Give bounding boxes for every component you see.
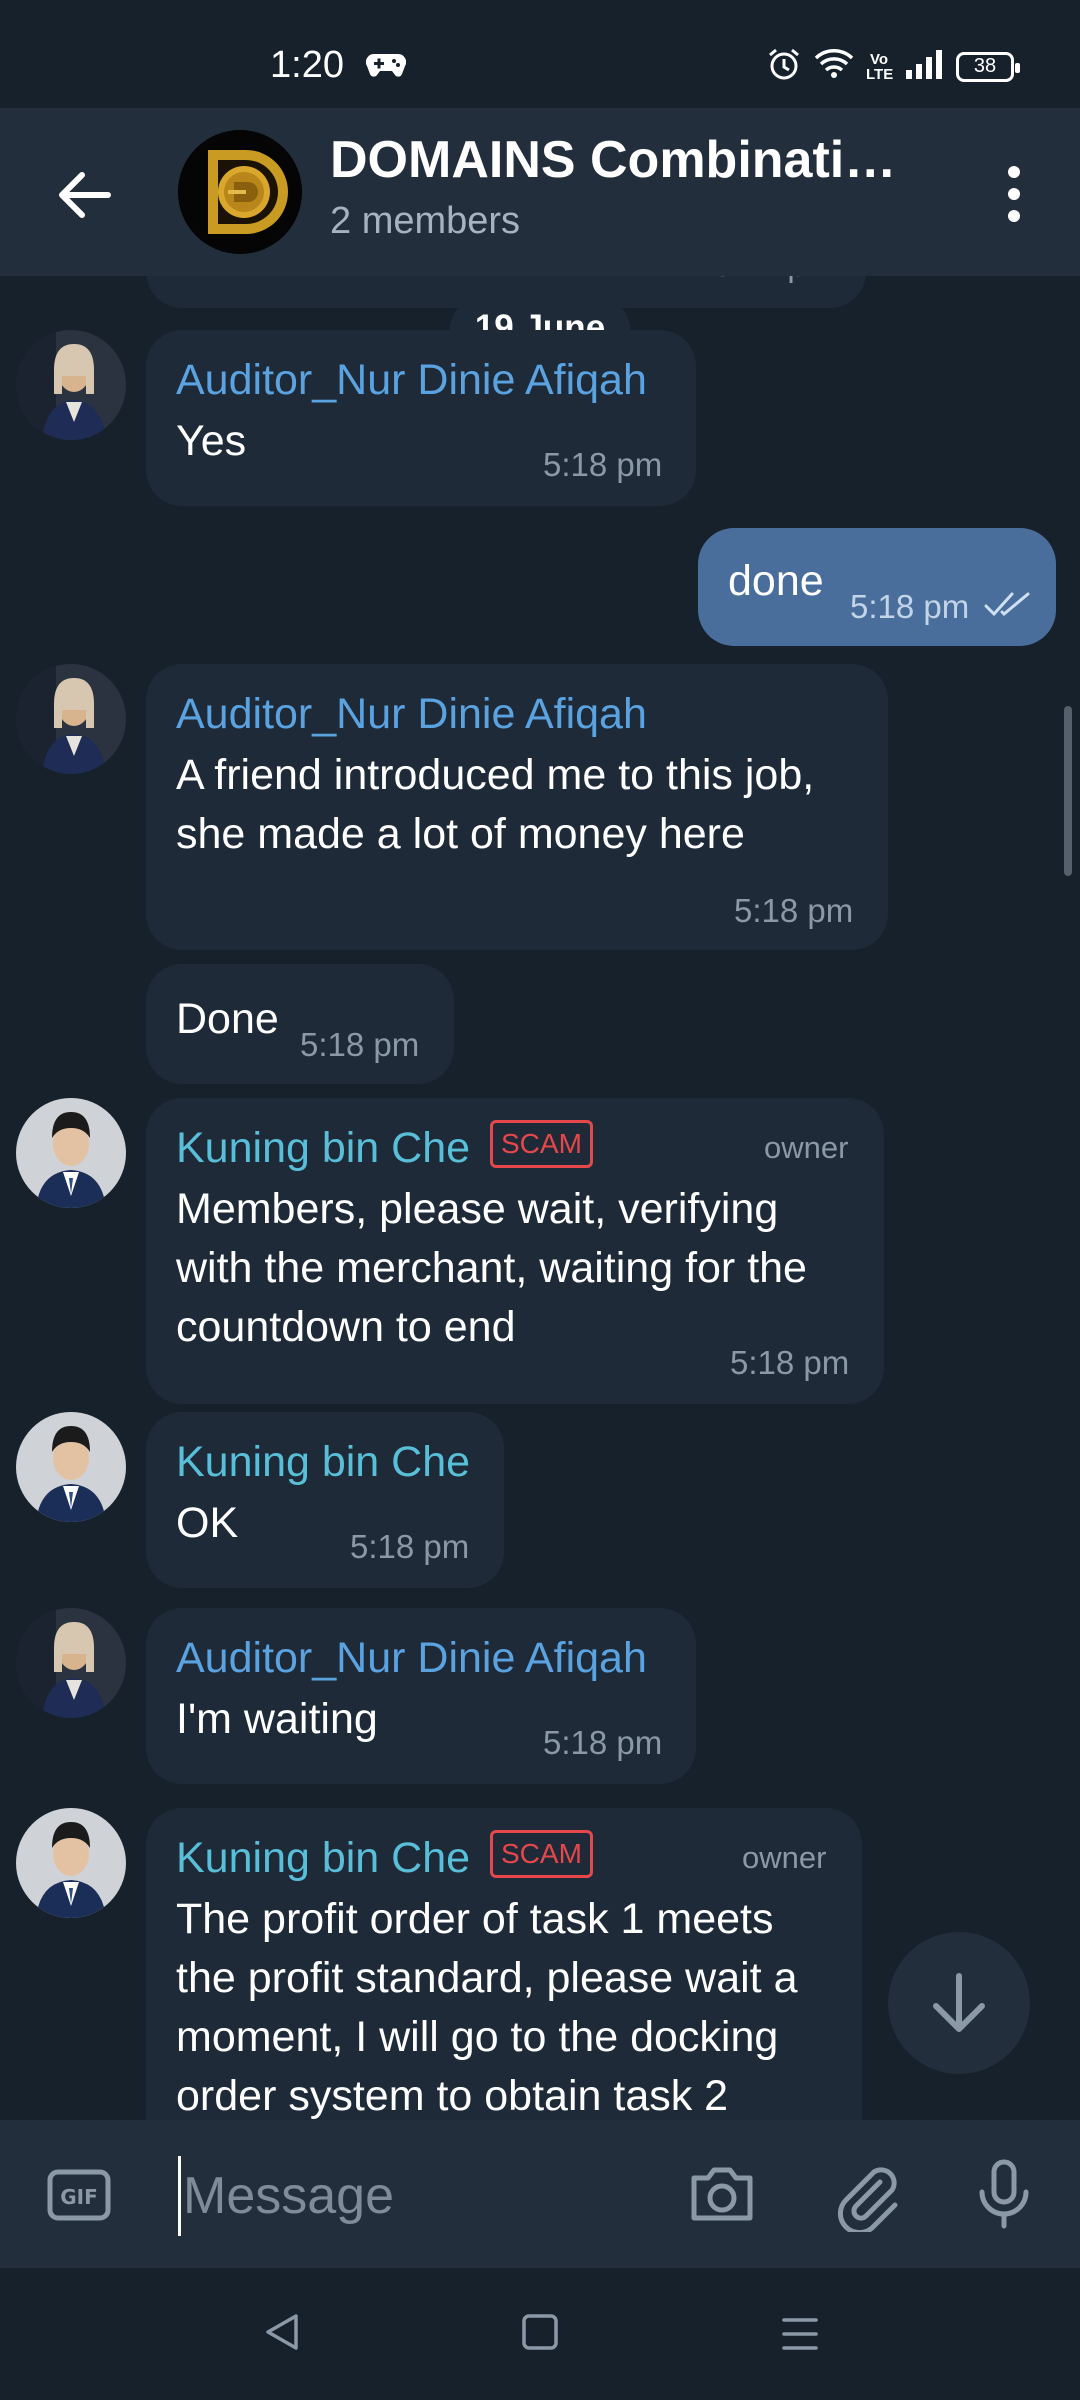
role-label: owner	[742, 1840, 827, 1875]
message-bubble[interactable]: Kuning bin Che SCAM owner Members, pleas…	[146, 1098, 884, 1404]
scam-badge: SCAM	[490, 1120, 593, 1168]
message-time: 5:18 pm	[730, 1344, 850, 1381]
message-text: done	[728, 557, 824, 605]
nav-recents-button[interactable]	[780, 2314, 820, 2359]
attach-button[interactable]	[828, 2156, 904, 2237]
sender-name[interactable]: Auditor_Nur Dinie Afiqah	[176, 356, 647, 405]
mic-button[interactable]	[966, 2156, 1042, 2237]
wifi-icon	[814, 48, 854, 85]
message-bubble[interactable]: Auditor_Nur Dinie Afiqah A friend introd…	[146, 664, 888, 950]
scrollbar[interactable]	[1064, 706, 1072, 876]
more-vertical-icon	[1008, 166, 1020, 222]
message-time: 5:18 pm	[350, 1528, 470, 1565]
group-title[interactable]: DOMAINS Combinati…	[330, 130, 896, 190]
message-text: order system to obtain task 2	[176, 2072, 729, 2120]
triangle-back-icon	[266, 2314, 298, 2350]
arrow-down-icon	[933, 1973, 985, 2032]
status-time: 1:20	[270, 44, 344, 86]
battery-indicator: 38	[956, 51, 1020, 82]
menu-lines-icon	[782, 2318, 818, 2350]
message-time: 5:18 pm	[300, 1026, 420, 1063]
message-bubble[interactable]: Auditor_Nur Dinie Afiqah I'm waiting 5:1…	[146, 1608, 696, 1784]
message-bubble-outgoing[interactable]: done 5:18 pm	[698, 528, 1056, 646]
alarm-icon	[766, 46, 802, 87]
volte-indicator: Vo LTE	[866, 50, 894, 83]
message-text: with the merchant, waiting for the	[176, 1244, 807, 1292]
message-text: I'm waiting	[176, 1695, 378, 1743]
message-text: the profit standard, please wait a	[176, 1954, 798, 2002]
message-text: A friend introduced me to this job,	[176, 751, 815, 799]
svg-text:GIF: GIF	[60, 2185, 98, 2209]
message-time: 5:18 pm	[734, 892, 854, 929]
message-text: The profit order of task 1 meets	[176, 1895, 774, 1943]
microphone-icon	[979, 2159, 1029, 2229]
sender-name[interactable]: Kuning bin Che	[176, 1124, 470, 1173]
message-text: she made a lot of money here	[176, 810, 745, 858]
avatar[interactable]	[16, 1608, 126, 1718]
avatar[interactable]	[16, 1098, 126, 1208]
gamepad-icon	[365, 50, 407, 85]
role-label: owner	[764, 1130, 849, 1165]
message-list[interactable]: 5:17 pm 19 June Auditor_Nur Dinie Afiqah…	[0, 276, 1080, 2120]
message-bubble[interactable]: Kuning bin Che SCAM owner The profit ord…	[146, 1808, 862, 2120]
message-bubble[interactable]: Kuning bin Che OK 5:18 pm	[146, 1412, 504, 1588]
gif-icon: GIF	[47, 2169, 111, 2221]
nav-home-button[interactable]	[520, 2312, 560, 2357]
sender-name[interactable]: Kuning bin Che	[176, 1438, 470, 1487]
message-composer: GIF	[0, 2120, 1080, 2268]
camera-icon	[691, 2167, 753, 2221]
message-time: 5:18 pm	[543, 1724, 663, 1761]
message-text: Members, please wait, verifying	[176, 1185, 779, 1233]
nav-back-button[interactable]	[260, 2310, 304, 2359]
double-check-icon	[984, 590, 1032, 625]
signal-icon	[904, 48, 944, 85]
avatar[interactable]	[16, 330, 126, 440]
message-bubble[interactable]: Auditor_Nur Dinie Afiqah Yes 5:18 pm	[146, 330, 696, 506]
message-text: countdown to end	[176, 1303, 516, 1351]
system-nav-bar	[0, 2268, 1080, 2400]
avatar[interactable]	[16, 1412, 126, 1522]
message-text: moment, I will go to the docking	[176, 2013, 779, 2061]
message-time: 5:17 pm	[714, 276, 833, 284]
scam-badge: SCAM	[490, 1830, 593, 1878]
gif-button[interactable]: GIF	[44, 2162, 114, 2233]
paperclip-icon	[837, 2167, 898, 2236]
status-bar: 1:20 Vo LTE 38	[0, 0, 1080, 108]
message-input[interactable]	[178, 2156, 648, 2236]
avatar[interactable]	[16, 664, 126, 774]
message-time: 5:18 pm	[850, 588, 970, 625]
group-avatar[interactable]	[178, 130, 302, 254]
member-count: 2 members	[330, 200, 521, 242]
scroll-down-button[interactable]	[888, 1932, 1030, 2074]
avatar[interactable]	[16, 1808, 126, 1918]
status-icons: Vo LTE 38	[766, 46, 1020, 87]
sender-name[interactable]: Auditor_Nur Dinie Afiqah	[176, 1634, 647, 1683]
more-button[interactable]	[994, 162, 1034, 226]
back-button[interactable]	[50, 160, 120, 230]
camera-button[interactable]	[684, 2156, 760, 2237]
arrow-left-icon	[59, 172, 111, 218]
chat-header: DOMAINS Combinati… 2 members	[0, 108, 1080, 276]
sender-name[interactable]: Auditor_Nur Dinie Afiqah	[176, 690, 647, 739]
square-home-icon	[522, 2314, 558, 2350]
message-time: 5:18 pm	[543, 446, 663, 483]
message-text: Done	[176, 995, 279, 1043]
message-text: Yes	[176, 417, 247, 465]
message-text: OK	[176, 1499, 239, 1547]
sender-name[interactable]: Kuning bin Che	[176, 1834, 470, 1883]
message-bubble[interactable]: Done 5:18 pm	[146, 964, 454, 1084]
